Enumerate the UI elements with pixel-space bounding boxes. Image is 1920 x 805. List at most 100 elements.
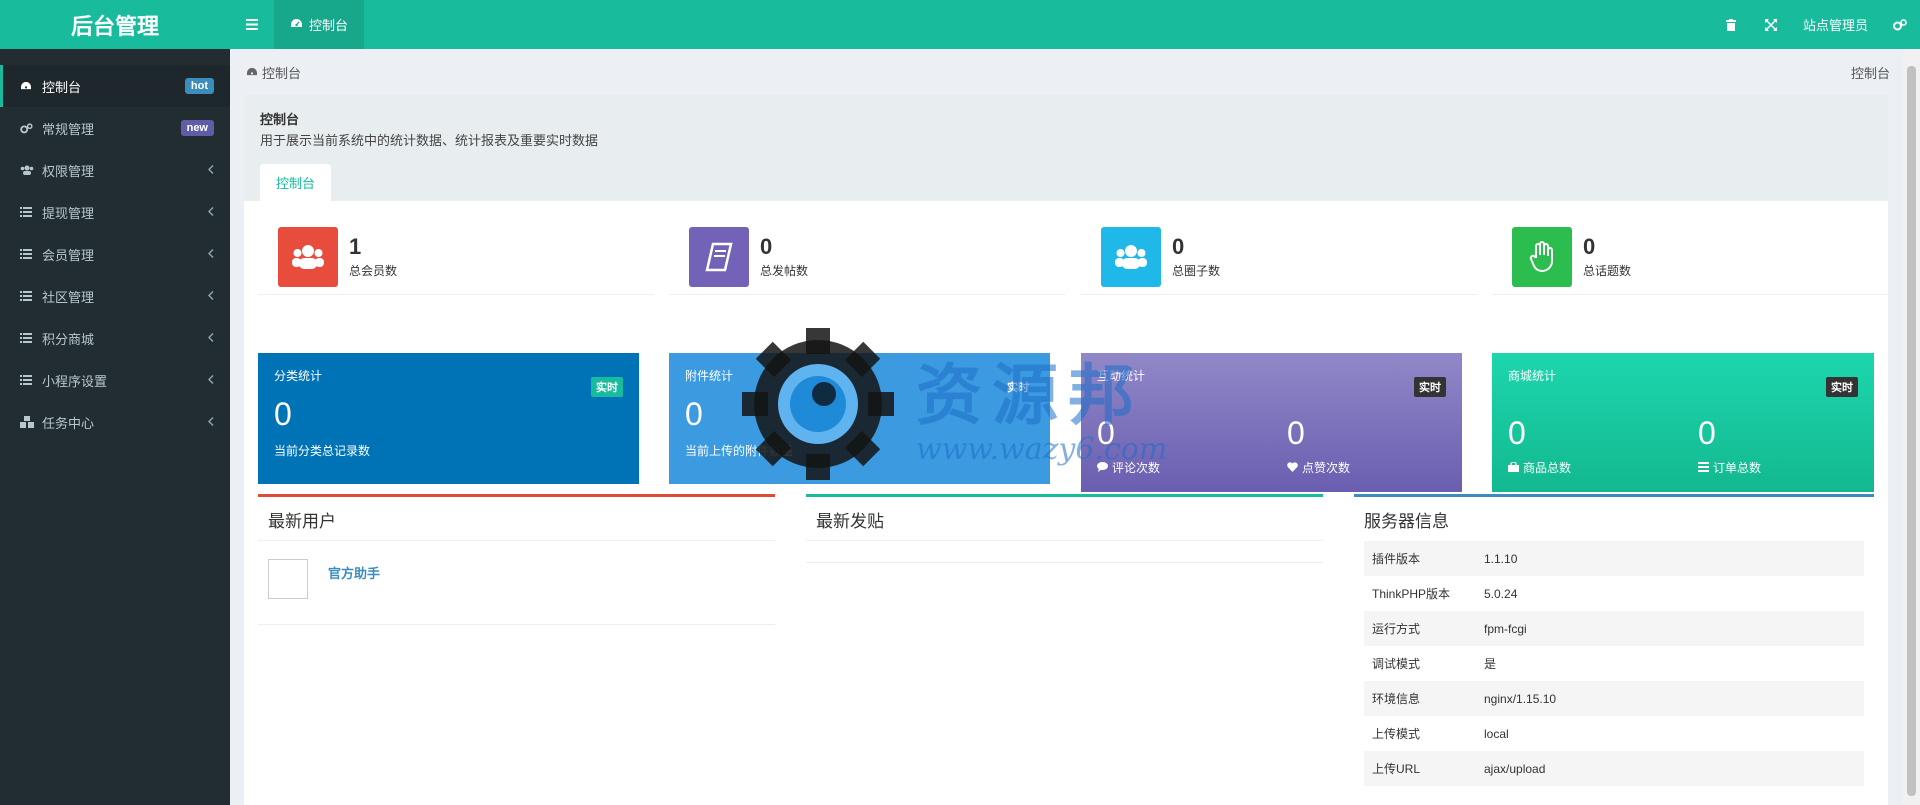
avatar xyxy=(268,559,308,599)
page-scrollbar[interactable] xyxy=(1903,49,1920,805)
card-value: 0 xyxy=(274,396,292,432)
card-attachment: 附件统计 实时 0 当前上传的附件数量 xyxy=(669,353,1050,484)
top-navbar: 控制台 站点管理员 xyxy=(230,0,1920,49)
comment-icon xyxy=(1097,461,1108,475)
card-interaction: 互动统计 实时 0 评论次数 0 点赞次数 xyxy=(1081,353,1462,492)
stat-cards: 分类统计 实时 0 当前分类总记录数 附件统计 实时 0 当前上传的附件数量 互… xyxy=(244,353,1888,493)
sidebar-item-2[interactable]: 常规管理 new xyxy=(0,107,230,149)
bars-icon xyxy=(1698,461,1709,475)
list-icon xyxy=(20,333,38,343)
sidebar-item-9[interactable]: 任务中心 xyxy=(0,401,230,443)
stat-widget: 1 总会员数 xyxy=(258,219,654,295)
realtime-badge: 实时 xyxy=(1826,377,1858,397)
sidebar-item-label: 提现管理 xyxy=(42,205,95,221)
server-info-key: 环境信息 xyxy=(1364,681,1476,716)
card-title: 商城统计 xyxy=(1508,369,1557,383)
box-title: 最新发贴 xyxy=(806,497,1323,541)
server-info-key: 上传URL xyxy=(1364,751,1476,786)
dashboard-icon xyxy=(20,81,38,91)
users-icon xyxy=(1101,226,1161,287)
trash-icon[interactable] xyxy=(1711,0,1751,49)
list-icon xyxy=(20,207,38,217)
card-subtitle: 点赞次数 xyxy=(1302,461,1351,475)
panel-tab-dashboard[interactable]: 控制台 xyxy=(260,164,332,201)
server-info-value: 是 xyxy=(1484,657,1497,671)
server-info-key: ThinkPHP版本 xyxy=(1372,587,1451,601)
server-info-value: local xyxy=(1484,726,1509,741)
realtime-badge: 实时 xyxy=(1002,377,1034,397)
app-logo[interactable]: 后台管理 xyxy=(0,0,230,49)
breadcrumb-label: 控制台 xyxy=(262,66,302,81)
stat-value: 0 xyxy=(1172,234,1185,259)
sidebar-item-6[interactable]: 社区管理 xyxy=(0,275,230,317)
main-content: 控制台 控制台 控制台 用于展示当前系统中的统计数据、统计报表及重要实时数据 控… xyxy=(230,49,1920,805)
cubes-icon xyxy=(20,416,38,428)
list-item[interactable]: 官方助手 xyxy=(258,541,775,625)
sidebar: 控制台 hot 常规管理 new 权限管理提现管理会员管理社区管理积分商城小程序设置任务… xyxy=(0,49,230,805)
server-info-key: 调试模式 xyxy=(1372,657,1421,671)
card-title: 附件统计 xyxy=(685,369,734,383)
chevron-left-icon xyxy=(207,331,214,345)
panel-heading: 控制台 用于展示当前系统中的统计数据、统计报表及重要实时数据 控制台 xyxy=(244,95,1888,201)
sidebar-item-label: 积分商城 xyxy=(42,331,95,347)
stat-value: 0 xyxy=(760,234,773,259)
chevron-left-icon xyxy=(207,415,214,429)
sidebar-item-7[interactable]: 积分商城 xyxy=(0,317,230,359)
card-title: 分类统计 xyxy=(274,369,323,383)
tab-dashboard[interactable]: 控制台 xyxy=(274,0,365,49)
card-value: 0 xyxy=(1508,415,1526,451)
likes-stat: 0 点赞次数 xyxy=(1287,415,1350,476)
sidebar-item-label: 控制台 xyxy=(42,79,82,95)
stat-value: 0 xyxy=(1583,234,1596,259)
chevron-left-icon xyxy=(207,373,214,387)
stat-label: 总会员数 xyxy=(349,264,398,278)
stat-widget: 0 总圈子数 xyxy=(1081,219,1477,295)
sidebar-item-5[interactable]: 会员管理 xyxy=(0,233,230,275)
table-row: 上传模式 local xyxy=(1364,716,1864,751)
realtime-badge: 实时 xyxy=(591,377,623,397)
cogs-icon[interactable] xyxy=(1880,0,1920,49)
card-title: 互动统计 xyxy=(1097,369,1146,383)
latest-users-box: 最新用户 官方助手 xyxy=(258,494,775,794)
server-info-table: 插件版本 1.1.10 ThinkPHP版本 5.0.24 运行方式 fpm-fcgi 调试… xyxy=(1364,541,1864,786)
breadcrumb-right[interactable]: 控制台 xyxy=(1851,63,1890,82)
comments-stat: 0 评论次数 xyxy=(1097,415,1160,476)
user-menu[interactable]: 站点管理员 xyxy=(1791,15,1880,34)
sidebar-item-3[interactable]: 权限管理 xyxy=(0,149,230,191)
book-icon xyxy=(689,226,749,287)
table-row: ThinkPHP版本 5.0.24 xyxy=(1364,576,1864,611)
breadcrumb[interactable]: 控制台 xyxy=(246,63,301,82)
sidebar-item-label: 任务中心 xyxy=(42,415,95,431)
server-info-key: 插件版本 xyxy=(1364,541,1476,576)
sidebar-item-4[interactable]: 提现管理 xyxy=(0,191,230,233)
server-info-value: nginx/1.15.10 xyxy=(1476,681,1864,716)
latest-posts-box: 最新发贴 xyxy=(806,494,1323,794)
stat-label: 总话题数 xyxy=(1583,264,1632,278)
badge-hot: hot xyxy=(184,78,214,94)
users-icon xyxy=(278,226,338,287)
list-icon xyxy=(20,291,38,301)
card-subtitle: 当前上传的附件数量 xyxy=(685,444,794,458)
fullscreen-icon[interactable] xyxy=(1751,0,1791,49)
sidebar-item-label: 会员管理 xyxy=(42,247,95,263)
products-stat: 0 商品总数 xyxy=(1508,415,1571,476)
dashboard-icon xyxy=(246,65,258,80)
box-title: 服务器信息 xyxy=(1364,512,1449,531)
dashboard-icon xyxy=(290,17,303,32)
scrollbar-thumb[interactable] xyxy=(1907,66,1916,796)
list-icon xyxy=(20,249,38,259)
table-row: 调试模式 是 xyxy=(1364,646,1864,681)
card-value: 0 xyxy=(1698,415,1716,451)
user-name-link[interactable]: 官方助手 xyxy=(328,563,380,582)
chevron-left-icon xyxy=(207,247,214,261)
stats-row: 1 总会员数 0 总发帖数 0 总圈子数 0 总话题数 xyxy=(244,219,1888,299)
list-icon xyxy=(20,375,38,385)
dashboard-panel: 控制台 用于展示当前系统中的统计数据、统计报表及重要实时数据 控制台 1 总会员数… xyxy=(244,95,1888,805)
chevron-left-icon xyxy=(207,205,214,219)
panel-title: 控制台 xyxy=(260,112,300,127)
sidebar-item-8[interactable]: 小程序设置 xyxy=(0,359,230,401)
card-subtitle: 当前分类总记录数 xyxy=(274,444,371,458)
menu-toggle-icon[interactable] xyxy=(230,0,274,49)
chevron-left-icon xyxy=(207,289,214,303)
sidebar-item-1[interactable]: 控制台 hot xyxy=(0,65,230,107)
